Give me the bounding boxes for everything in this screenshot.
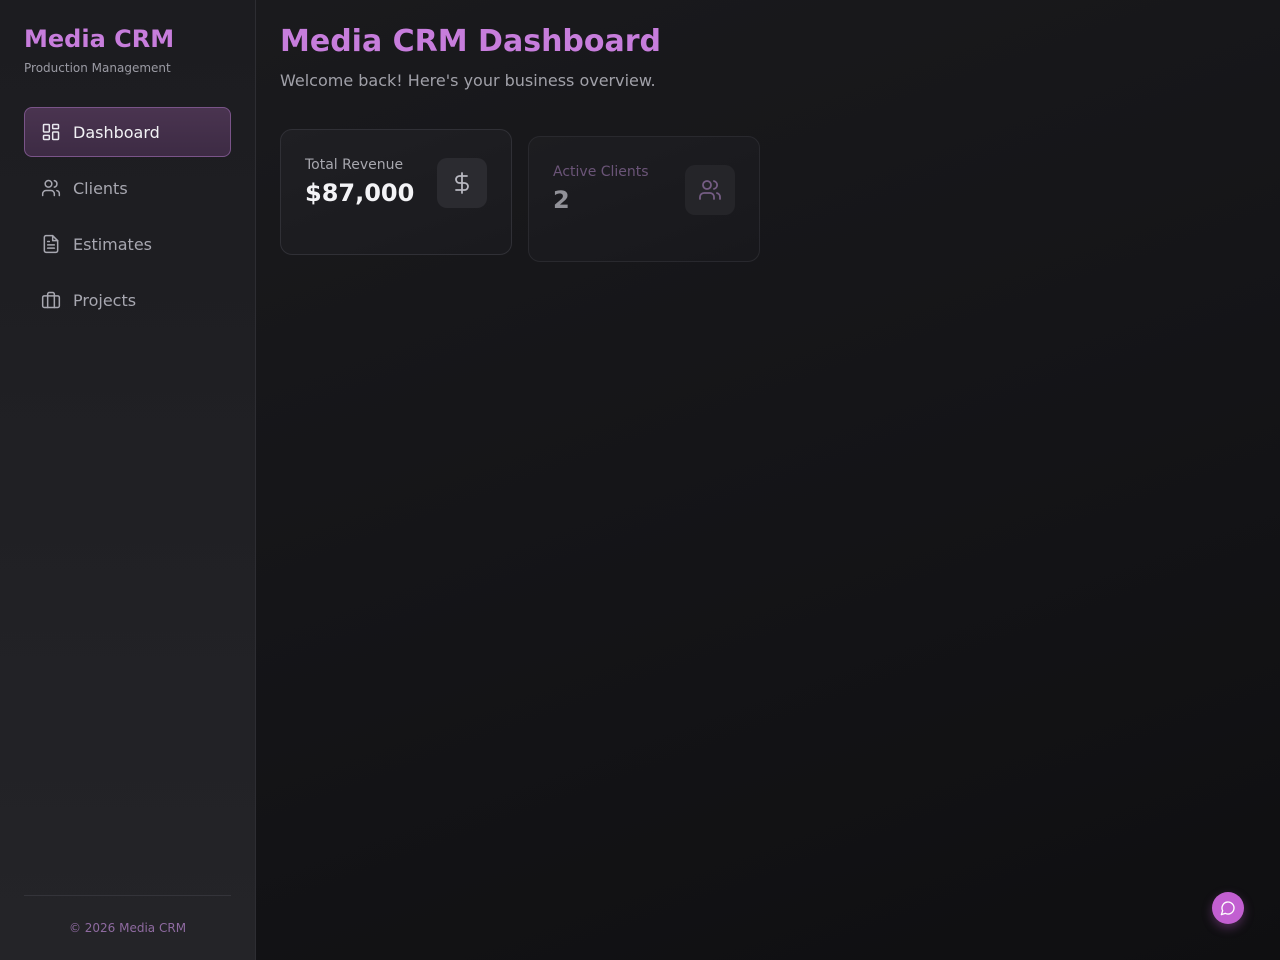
- users-icon: [685, 165, 735, 215]
- sidebar-item-estimates[interactable]: Estimates: [24, 219, 231, 269]
- sidebar-item-label: Projects: [73, 290, 137, 310]
- sidebar-item-label: Estimates: [73, 234, 153, 254]
- page-title: Media CRM Dashboard: [280, 24, 662, 59]
- stats-cards: Total Revenue $87,000 Active Clients 2: [280, 129, 1256, 269]
- sidebar-item-label: Clients: [73, 178, 128, 198]
- chat-button[interactable]: [1212, 892, 1244, 924]
- brand-title: Media CRM: [24, 25, 175, 53]
- dashboard-grid-icon: [41, 122, 61, 142]
- copyright-text: © 2026 Media CRM: [68, 921, 187, 935]
- stat-card-active-clients: Active Clients 2: [528, 136, 760, 262]
- main-content: Media CRM Dashboard Welcome back! Here's…: [256, 0, 1280, 960]
- sidebar-nav: Dashboard Clients Estimates Projects: [24, 107, 231, 325]
- app-root: Media CRM Production Management Dashboar…: [0, 0, 1280, 960]
- stat-card-total-revenue: Total Revenue $87,000: [280, 129, 512, 255]
- dollar-icon: [437, 158, 487, 208]
- page-subtitle: Welcome back! Here's your business overv…: [280, 71, 656, 90]
- sidebar-item-label: Dashboard: [73, 122, 160, 142]
- users-icon: [41, 178, 61, 198]
- sidebar: Media CRM Production Management Dashboar…: [0, 0, 256, 960]
- briefcase-icon: [41, 290, 61, 310]
- sidebar-item-dashboard[interactable]: Dashboard: [24, 107, 231, 157]
- chat-bubble-icon: [1220, 900, 1236, 916]
- sidebar-item-projects[interactable]: Projects: [24, 275, 231, 325]
- sidebar-footer: © 2026 Media CRM: [24, 895, 231, 960]
- document-icon: [41, 234, 61, 254]
- sidebar-item-clients[interactable]: Clients: [24, 163, 231, 213]
- brand-subtitle: Production Management: [24, 61, 171, 75]
